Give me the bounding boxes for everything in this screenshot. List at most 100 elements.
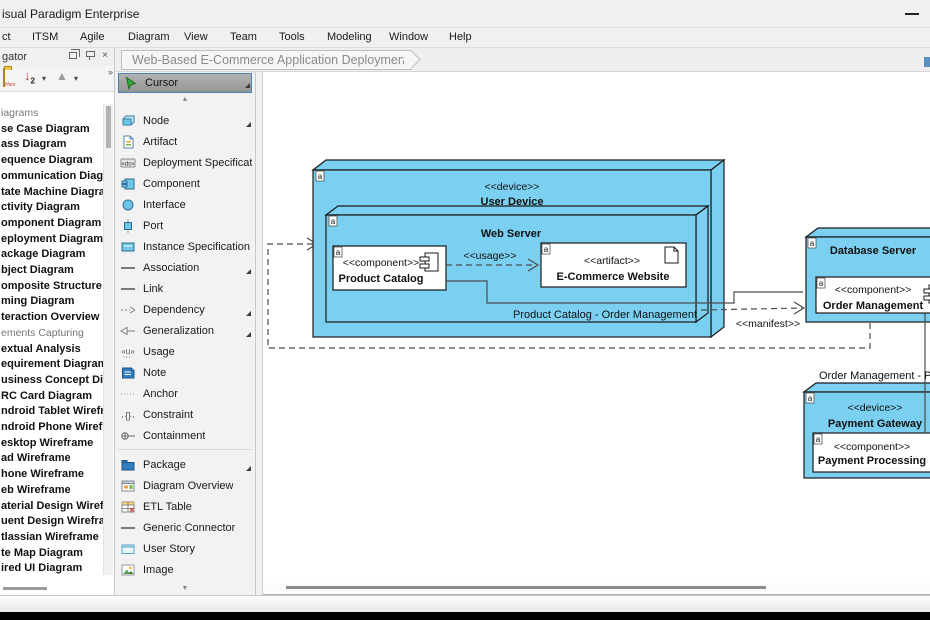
navigator-item-iagrams[interactable]: iagrams	[1, 106, 104, 122]
navigator-item-se-case-diagram[interactable]: se Case Diagram	[1, 122, 104, 138]
tab-bar-corner-icon[interactable]	[924, 57, 930, 67]
navigator-item-ackage-diagram[interactable]: ackage Diagram	[1, 247, 104, 263]
open-project-icon[interactable]: Hors	[3, 69, 5, 87]
user-device-stereotype: <<device>>	[485, 181, 540, 193]
palette-item-generalization[interactable]: Generalization	[119, 320, 252, 341]
generalization-icon	[119, 323, 136, 339]
navigator-item-omponent-diagram[interactable]: omponent Diagram	[1, 216, 104, 232]
palette-item-user-story[interactable]: User Story	[119, 538, 252, 559]
aux-badge: a	[336, 248, 341, 257]
navigator-item-hone-wireframe[interactable]: hone Wireframe	[1, 467, 104, 483]
navigator-item-ass-diagram[interactable]: ass Diagram	[1, 137, 104, 153]
scrollbar-thumb[interactable]	[3, 587, 47, 590]
palette-item-note[interactable]: Note	[119, 362, 252, 383]
palette-item-etl-table[interactable]: ETL Table	[119, 496, 252, 517]
canvas-horizontal-scrollbar[interactable]	[262, 583, 930, 595]
navigator-item-esktop-wireframe[interactable]: esktop Wireframe	[1, 436, 104, 452]
navigator-item-te-map-diagram[interactable]: te Map Diagram	[1, 546, 104, 562]
menu-item-view[interactable]: View	[184, 31, 208, 43]
palette-item-port[interactable]: Port	[119, 215, 252, 236]
menu-item-diagram[interactable]: Diagram	[128, 31, 170, 43]
navigator-item-ctivity-diagram[interactable]: ctivity Diagram	[1, 200, 104, 216]
navigator-item-extual-analysis[interactable]: extual Analysis	[1, 342, 104, 358]
navigator-item-aterial-design-wirefra[interactable]: aterial Design Wirefra	[1, 499, 104, 515]
menu-item-window[interactable]: Window	[389, 31, 428, 43]
palette-item-artifact[interactable]: Artifact	[119, 131, 252, 152]
navigator-item-bject-diagram[interactable]: bject Diagram	[1, 263, 104, 279]
navigator-item-ements-capturing[interactable]: ements Capturing	[1, 326, 104, 342]
navigator-item-teraction-overview-d[interactable]: teraction Overview D	[1, 310, 104, 326]
navigator-vertical-scrollbar[interactable]	[103, 104, 113, 575]
toolbar-overflow-icon[interactable]: »	[108, 67, 113, 77]
navigator-item-eb-wireframe[interactable]: eb Wireframe	[1, 483, 104, 499]
port-icon	[119, 218, 136, 234]
cursor-tool-button[interactable]: Cursor	[118, 73, 252, 93]
navigator-item-equence-diagram[interactable]: equence Diagram	[1, 153, 104, 169]
navigator-item-ndroid-phone-wirefra[interactable]: ndroid Phone Wirefra	[1, 420, 104, 436]
navigator-item-rc-card-diagram[interactable]: RC Card Diagram	[1, 389, 104, 405]
component-payment-processing[interactable]: a <<component>> Payment Processing	[813, 433, 930, 472]
palette-item-component[interactable]: Component	[119, 173, 252, 194]
navigator-item-uent-design-wirefram[interactable]: uent Design Wirefram	[1, 514, 104, 530]
navigator-item-equirement-diagram[interactable]: equirement Diagram	[1, 357, 104, 373]
constraint-icon: {}	[119, 407, 136, 423]
navigator-item-omposite-structure-di[interactable]: omposite Structure Di	[1, 279, 104, 295]
collapse-dropdown-icon[interactable]: ▾	[74, 74, 78, 83]
component-order-management[interactable]: a <<component>> Order Management	[816, 277, 930, 313]
aux-badge: a	[816, 435, 821, 444]
navigator-item-ming-diagram[interactable]: ming Diagram	[1, 294, 104, 310]
flyout-corner-icon	[246, 332, 251, 337]
sort-dropdown-icon[interactable]: ▾	[42, 74, 46, 83]
palette-item-association[interactable]: Association	[119, 257, 252, 278]
navigator-item-ired-ui-diagram[interactable]: ired UI Diagram	[1, 561, 104, 575]
navigator-item-tlassian-wireframe[interactable]: tlassian Wireframe	[1, 530, 104, 546]
diagram-toolbox-panel: Cursor ▲ NodeArtifact«ds»Deployment Spec…	[115, 72, 256, 595]
navigator-item-eployment-diagram[interactable]: eployment Diagram	[1, 232, 104, 248]
diagram-canvas[interactable]: a <<device>> User Device a Web Server	[262, 72, 930, 583]
pin-icon[interactable]	[85, 51, 94, 60]
navigator-horizontal-scrollbar[interactable]	[1, 585, 103, 591]
palette-item-containment[interactable]: Containment	[119, 425, 252, 446]
palette-item-label: Association	[143, 262, 199, 274]
navigator-item-ad-wireframe[interactable]: ad Wireframe	[1, 451, 104, 467]
minimize-icon[interactable]	[905, 13, 919, 15]
component-product-catalog[interactable]: a <<component>> Product Catalog	[333, 246, 446, 290]
palette-item-image[interactable]: Image	[119, 559, 252, 580]
palette-item-generic-connector[interactable]: Generic Connector	[119, 517, 252, 538]
palette-item-node[interactable]: Node	[119, 110, 252, 131]
palette-item-label: Containment	[143, 430, 205, 442]
navigator-item-usiness-concept-diagr[interactable]: usiness Concept Diagr	[1, 373, 104, 389]
navigator-item-tate-machine-diagram[interactable]: tate Machine Diagram	[1, 185, 104, 201]
palette-scroll-up-icon[interactable]: ▲	[115, 95, 255, 105]
palette-item-link[interactable]: Link	[119, 278, 252, 299]
palette-item-diagram-overview[interactable]: Diagram Overview	[119, 475, 252, 496]
menu-item-help[interactable]: Help	[449, 31, 472, 43]
float-window-icon[interactable]	[69, 52, 77, 59]
navigator-item-ndroid-tablet-wirefra[interactable]: ndroid Tablet Wirefra	[1, 404, 104, 420]
collapse-icon[interactable]: ▲	[56, 69, 68, 83]
package-icon	[119, 457, 136, 473]
diagram-tab[interactable]: Web-Based E-Commerce Application Deploym…	[121, 50, 412, 70]
menu-item-tools[interactable]: Tools	[279, 31, 305, 43]
palette-item-deployment-specification[interactable]: «ds»Deployment Specification	[119, 152, 252, 173]
artifact-ecommerce-website[interactable]: a <<artifact>> E-Commerce Website	[541, 243, 686, 287]
close-icon[interactable]: ×	[102, 51, 108, 60]
scrollbar-thumb[interactable]	[106, 106, 111, 148]
navigator-item-ommunication-diagram[interactable]: ommunication Diagram	[1, 169, 104, 185]
palette-item-anchor[interactable]: Anchor	[119, 383, 252, 404]
palette-scroll-down-icon[interactable]: ▼	[115, 584, 255, 594]
sort-icon[interactable]: ↓2	[24, 69, 35, 89]
palette-item-interface[interactable]: Interface	[119, 194, 252, 215]
palette-item-instance-specification[interactable]: Instance Specification	[119, 236, 252, 257]
palette-item-usage[interactable]: «u»Usage	[119, 341, 252, 362]
palette-item-constraint[interactable]: {}Constraint	[119, 404, 252, 425]
scrollbar-thumb[interactable]	[286, 586, 766, 589]
menu-item-team[interactable]: Team	[230, 31, 257, 43]
menu-item-agile[interactable]: Agile	[80, 31, 104, 43]
menu-item-project[interactable]: ct	[2, 31, 11, 43]
palette-item-dependency[interactable]: Dependency	[119, 299, 252, 320]
palette-item-package[interactable]: Package	[119, 454, 252, 475]
palette-item-label: Anchor	[143, 388, 178, 400]
menu-item-itsm[interactable]: ITSM	[32, 31, 58, 43]
menu-item-modeling[interactable]: Modeling	[327, 31, 372, 43]
